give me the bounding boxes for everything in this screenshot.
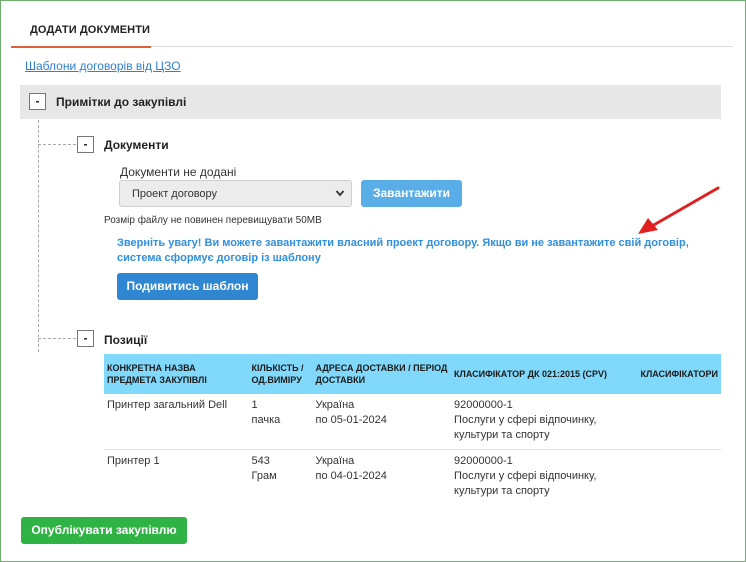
col-quantity: КІЛЬКІСТЬ / ОД.ВИМІРУ xyxy=(248,354,313,394)
item-name: Принтер загальний Dell xyxy=(104,394,249,450)
qty-value: 1 xyxy=(251,399,258,411)
document-type-select[interactable]: Проект договору xyxy=(119,180,352,207)
notes-section-title: Примітки до закупівлі xyxy=(56,95,187,109)
templates-link[interactable]: Шаблони договорів від ЦЗО xyxy=(25,59,181,73)
delivery-period: по 04-01-2024 xyxy=(315,470,387,482)
col-item-name: КОНКРЕТНА НАЗВА ПРЕДМЕТА ЗАКУПІВЛІ xyxy=(104,354,249,394)
positions-toggle-button[interactable]: - xyxy=(77,330,94,347)
item-delivery: Україна по 04-01-2024 xyxy=(313,450,452,505)
qty-unit: пачка xyxy=(251,414,281,426)
tree-connector xyxy=(38,120,39,352)
positions-header-row: КОНКРЕТНА НАЗВА ПРЕДМЕТА ЗАКУПІВЛІ КІЛЬК… xyxy=(104,354,721,394)
item-quantity: 543 Грам xyxy=(249,450,313,505)
table-row: Принтер загальний Dell 1 пачка Україна по … xyxy=(104,394,721,450)
tree-connector-positions xyxy=(38,338,76,339)
upload-button[interactable]: Завантажити xyxy=(361,180,462,207)
qty-unit: Грам xyxy=(251,470,277,482)
delivery-country: Україна xyxy=(315,455,355,467)
tree-connector-documents xyxy=(38,144,76,145)
item-classifiers xyxy=(637,394,721,450)
publish-button[interactable]: Опублікувати закупівлю xyxy=(21,517,187,544)
item-delivery: Україна по 05-01-2024 xyxy=(312,394,452,450)
qty-value: 543 xyxy=(251,455,270,467)
delivery-country: Україна xyxy=(315,399,355,411)
positions-section-title: Позиції xyxy=(104,333,148,347)
document-type-select-value: Проект договору xyxy=(132,188,218,200)
documents-toggle-button[interactable]: - xyxy=(77,136,94,153)
item-classifiers xyxy=(637,450,721,505)
col-classifiers: КЛАСИФІКАТОРИ xyxy=(637,354,721,394)
tab-label: ДОДАТИ ДОКУМЕНТИ xyxy=(30,24,151,36)
col-delivery: АДРЕСА ДОСТАВКИ / ПЕРІОД ДОСТАВКИ xyxy=(312,354,452,394)
cpv-description: Послуги у сфері відпочинку, культури та … xyxy=(454,470,597,497)
delivery-period: по 05-01-2024 xyxy=(315,414,387,426)
item-cpv: 92000000-1 Послуги у сфері відпочинку, ку… xyxy=(451,394,638,450)
item-quantity: 1 пачка xyxy=(248,394,313,450)
cpv-code: 92000000-1 xyxy=(454,399,513,411)
file-size-hint: Розмір файлу не повинен перевищувати 50M… xyxy=(104,215,322,226)
cpv-code: 92000000-1 xyxy=(454,455,513,467)
col-cpv: КЛАСИФІКАТОР ДК 021:2015 (CPV) xyxy=(451,354,638,394)
chevron-down-icon xyxy=(335,190,345,197)
table-row: Принтер 1 543 Грам Україна по 04-01-2024 9… xyxy=(104,450,721,505)
documents-status-label: Документи не додані xyxy=(120,165,237,179)
view-template-button[interactable]: Подивитись шаблон xyxy=(117,273,258,300)
documents-section-title: Документи xyxy=(104,138,169,152)
tab-add-documents[interactable]: ДОДАТИ ДОКУМЕНТИ xyxy=(11,15,151,48)
item-cpv: 92000000-1 Послуги у сфері відпочинку, ку… xyxy=(451,450,637,505)
contract-notice: Зверніть увагу! Ви можете завантажити вл… xyxy=(117,237,689,264)
red-arrow-icon xyxy=(638,186,720,234)
positions-table: КОНКРЕТНА НАЗВА ПРЕДМЕТА ЗАКУПІВЛІ КІЛЬК… xyxy=(104,354,721,504)
item-name: Принтер 1 xyxy=(107,455,160,467)
tab-divider xyxy=(151,46,733,47)
cpv-description: Послуги у сфері відпочинку, культури та … xyxy=(454,414,597,441)
notes-toggle-button[interactable]: - xyxy=(29,93,46,110)
